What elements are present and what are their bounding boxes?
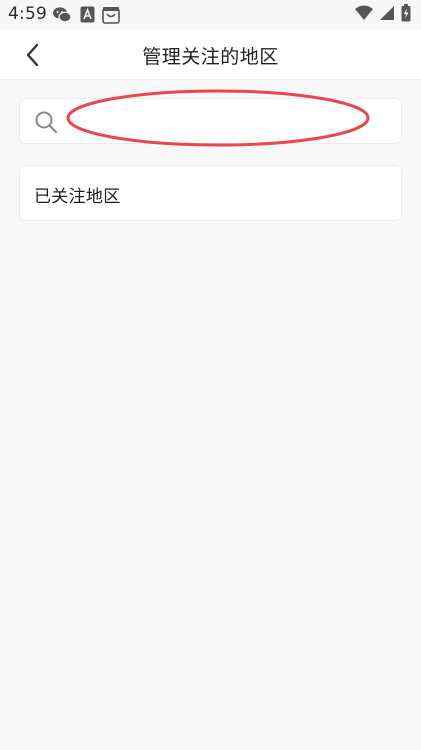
shopping-bag-icon [102, 6, 120, 28]
status-right-icons [355, 4, 411, 26]
followed-regions-card[interactable]: 已关注地区 [19, 165, 402, 221]
cellular-signal-icon [379, 5, 395, 25]
wifi-icon [355, 5, 373, 25]
search-icon [35, 111, 58, 134]
status-bar: 4:59 [0, 0, 421, 30]
battery-charging-icon [401, 4, 411, 26]
search-box[interactable] [19, 98, 402, 144]
search-input[interactable] [68, 107, 392, 137]
a-badge-icon [80, 6, 95, 27]
status-time: 4:59 [8, 4, 47, 24]
screen: 4:59 管理关注的地区 已关注地区 [0, 0, 421, 750]
app-header: 管理关注的地区 [0, 30, 421, 80]
followed-regions-label: 已关注地区 [34, 187, 121, 207]
wechat-icon [52, 6, 72, 28]
page-title: 管理关注的地区 [142, 46, 279, 68]
